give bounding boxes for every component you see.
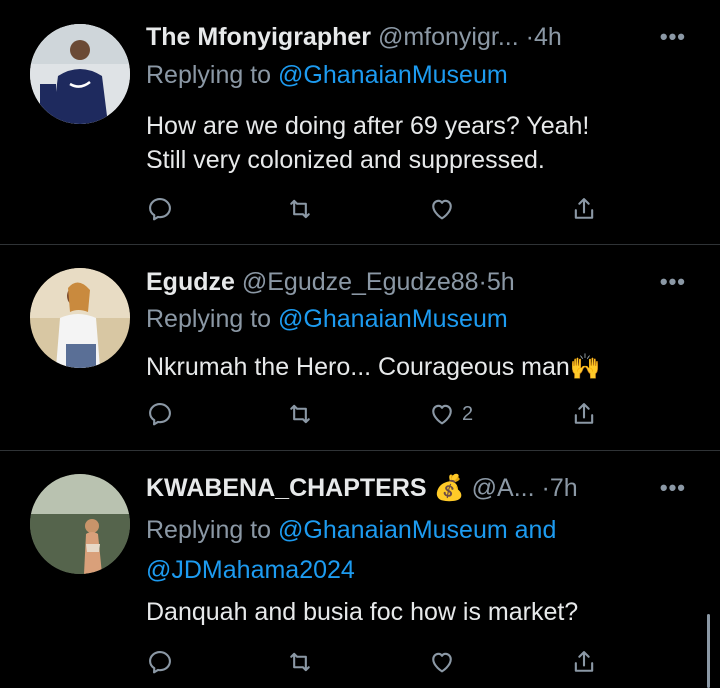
display-name[interactable]: Egudze [146, 268, 235, 296]
like-button[interactable] [428, 194, 462, 224]
reply-icon [149, 403, 171, 426]
like-count: 2 [462, 402, 474, 425]
replying-label: Replying to [146, 305, 272, 333]
avatar[interactable] [30, 268, 130, 368]
mention-link[interactable]: @JDMahama2024 [146, 556, 355, 584]
mention-link[interactable]: @GhanaianMuseum [278, 61, 508, 89]
like-icon [432, 652, 452, 673]
tweet-text: Nkrumah the Hero... Courageous man🙌 [146, 350, 686, 384]
tweet[interactable]: KWABENA_CHAPTERS 💰 @A... ·7h ••• Replyin… [0, 451, 720, 688]
share-button[interactable] [570, 194, 598, 224]
tweet[interactable]: Egudze @Egudze_Egudze88·5h ••• Replying … [0, 245, 720, 450]
share-icon [574, 651, 594, 672]
avatar-photo [30, 474, 130, 574]
retweet-button[interactable] [286, 647, 314, 677]
more-options-icon[interactable]: ••• [660, 269, 686, 295]
more-options-icon[interactable]: ••• [660, 475, 686, 501]
replying-and: and [514, 516, 557, 544]
share-icon [574, 403, 594, 424]
avatar[interactable] [30, 474, 130, 574]
reply-button[interactable] [146, 399, 174, 429]
share-button[interactable] [570, 399, 598, 429]
tweet[interactable]: The Mfonyigrapher @mfonyigr... ·4h ••• R… [0, 0, 720, 244]
replying-to: Replying to @GhanaianMuseum and @JDMaham… [146, 510, 556, 590]
tweet-actions [146, 647, 606, 677]
like-button[interactable]: 2 [428, 399, 473, 429]
display-name[interactable]: The Mfonyigrapher [146, 23, 371, 51]
like-button[interactable] [428, 647, 462, 677]
mention-link[interactable]: @GhanaianMuseum [278, 305, 508, 333]
more-options-icon[interactable]: ••• [660, 24, 686, 50]
timestamp[interactable]: 7h [550, 474, 578, 502]
tweet-actions: 2 [146, 399, 606, 429]
like-icon [432, 199, 452, 220]
mention-link[interactable]: @GhanaianMuseum [278, 516, 508, 544]
tweet-text-line: Still very colonized and suppressed. [146, 146, 545, 174]
retweet-button[interactable] [286, 194, 314, 224]
replying-label: Replying to [146, 516, 272, 544]
like-icon [432, 404, 452, 425]
share-icon [574, 198, 594, 219]
timestamp[interactable]: 5h [487, 268, 515, 296]
retweet-icon [290, 652, 310, 672]
reply-button[interactable] [146, 647, 174, 677]
tweet-header: KWABENA_CHAPTERS 💰 @A... ·7h [146, 473, 578, 503]
retweet-icon [290, 404, 310, 424]
share-button[interactable] [570, 647, 598, 677]
reply-button[interactable] [146, 194, 174, 224]
tweet-text-line: How are we doing after 69 years? Yeah! [146, 112, 590, 140]
scrollbar[interactable] [707, 614, 710, 688]
replying-to: Replying to @GhanaianMuseum [146, 304, 508, 334]
tweet-text: How are we doing after 69 years? Yeah! S… [146, 109, 686, 177]
replying-to: Replying to @GhanaianMuseum [146, 60, 508, 90]
avatar-photo [30, 268, 130, 368]
reply-icon [149, 651, 171, 674]
tweet-header: The Mfonyigrapher @mfonyigr... ·4h [146, 22, 562, 52]
timestamp[interactable]: 4h [534, 23, 562, 51]
avatar-photo [30, 24, 130, 124]
tweet-actions [146, 194, 606, 224]
tweet-text-line: Danquah and busia foc how is market? [146, 598, 579, 626]
tweet-text: Danquah and busia foc how is market? [146, 595, 686, 629]
separator-dot: · [541, 474, 550, 502]
reply-icon [149, 198, 171, 221]
money-bag-icon: 💰 [433, 474, 465, 502]
tweet-header: Egudze @Egudze_Egudze88·5h [146, 267, 515, 297]
replying-label: Replying to [146, 61, 272, 89]
user-handle[interactable]: @A... [472, 474, 535, 502]
retweet-button[interactable] [286, 399, 314, 429]
separator-dot: · [525, 23, 534, 51]
tweet-text-line: Nkrumah the Hero... Courageous man🙌 [146, 353, 601, 381]
separator-dot: · [478, 268, 487, 296]
avatar[interactable] [30, 24, 130, 124]
retweet-icon [290, 199, 310, 219]
user-handle[interactable]: @Egudze_Egudze88 [242, 268, 479, 296]
user-handle[interactable]: @mfonyigr... [378, 23, 519, 51]
display-name[interactable]: KWABENA_CHAPTERS [146, 474, 427, 502]
